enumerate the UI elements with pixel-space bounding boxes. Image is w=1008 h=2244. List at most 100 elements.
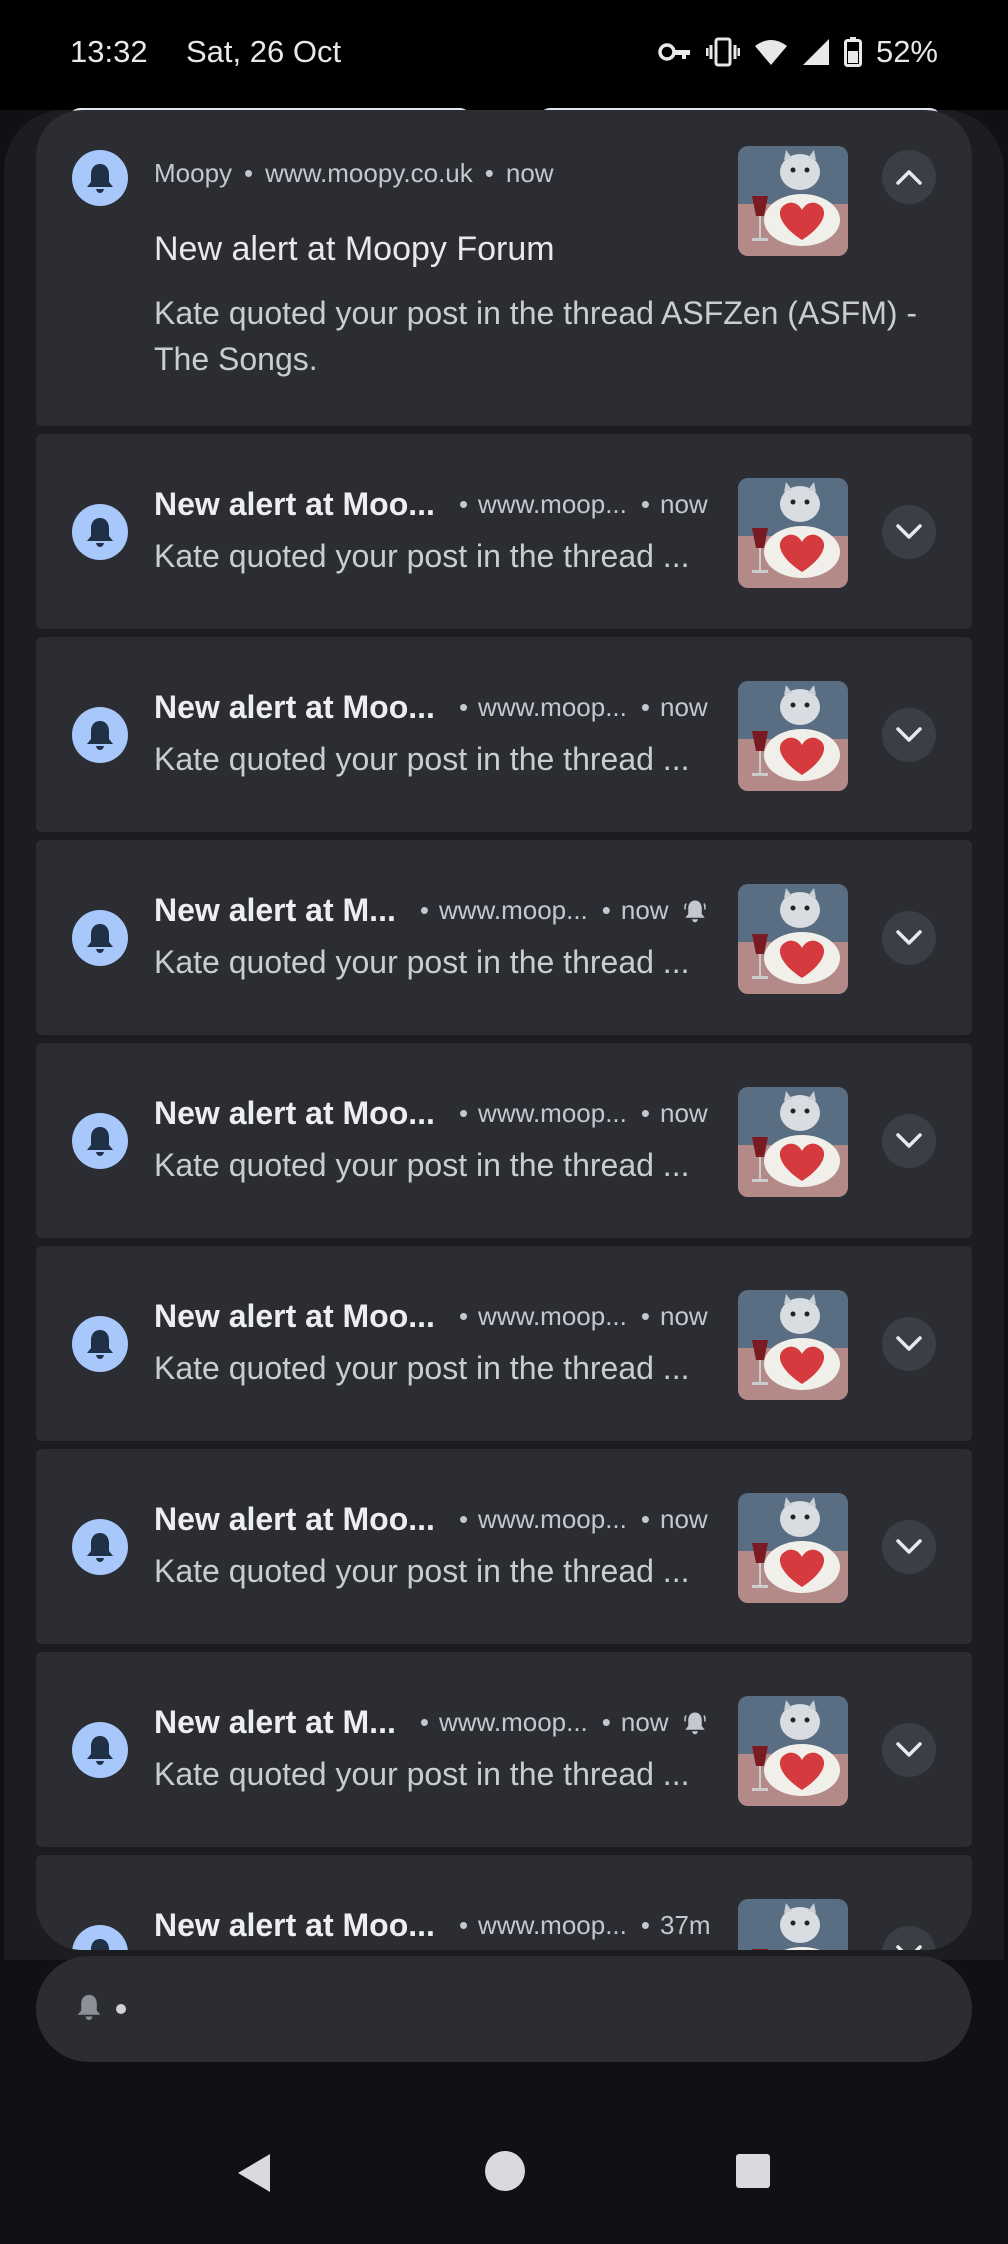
notification-title: New alert at Moo... [154,1501,435,1537]
notification-body: Kate quoted your post in the thread ... [154,1147,690,1183]
time-stamp: now [659,1504,708,1534]
notification-card[interactable]: New alert at Moo...•www.moop...•37mKate … [36,1855,972,1950]
notification-card[interactable]: New alert at M... • www.moop... • now Kate qu… [36,1652,972,1847]
bell-icon [72,1316,128,1372]
cake-thumbnail [738,478,848,588]
notification-body: Kate quoted your post in the thread ASFZ… [154,295,918,377]
separator-dot: • [458,1504,469,1534]
notification-title: New alert at M... [154,1704,396,1740]
notification-shade: Moopy • www.moopy.co.uk • now New alert … [0,108,1008,2244]
silent-notifications-footer[interactable] [36,1956,972,2062]
cellular-signal-icon [802,38,830,66]
separator-dot: • [484,158,494,188]
home-button[interactable] [482,2148,528,2199]
bell-icon [72,707,128,763]
separator-dot: • [640,1910,650,1940]
notification-title: New alert at Moo... [154,1298,435,1334]
notification-meta: • www.moop... • now [449,692,708,723]
expanded-notification[interactable]: Moopy • www.moopy.co.uk • now New alert … [36,110,972,426]
notification-card[interactable]: New alert at Moo... • www.moop... • now Kate … [36,637,972,832]
site-name: www.moop... [478,692,627,722]
bell-icon [72,1925,128,1950]
site-name: www.moop... [438,1707,588,1737]
separator-dot: • [640,1301,650,1331]
site-name: www.moopy.co.uk [265,158,473,188]
separator-dot: • [458,1098,469,1128]
expand-button[interactable] [882,505,936,559]
time-stamp: now [620,895,669,925]
expand-button[interactable] [882,708,936,762]
site-name: www.moop... [478,489,627,519]
time-stamp: now [659,692,708,722]
separator-dot: • [419,895,429,925]
separator-dot: • [458,489,469,519]
separator-dot: • [640,489,650,519]
notification-header: New alert at Moo... • www.moop... • now [154,1298,708,1335]
cake-thumbnail [738,1290,848,1400]
notification-list[interactable]: Moopy • www.moopy.co.uk • now New alert … [36,110,972,1950]
notification-meta: • www.moop... • now [449,489,708,520]
notification-body: Kate quoted your post in the thread ... [154,944,690,980]
bell-icon [76,1993,102,2026]
notification-header: New alert at M... • www.moop... • now [154,892,707,929]
dot-indicator [116,2004,126,2014]
notification-body: Kate quoted your post in the thread ... [154,741,690,777]
bell-icon [72,150,128,206]
notification-card[interactable]: New alert at Moo... • www.moop... • now Kate … [36,1246,972,1441]
cake-thumbnail [738,1087,848,1197]
status-time: 13:32 [70,34,148,69]
separator-dot: • [244,158,254,188]
separator-dot: • [640,1504,650,1534]
notification-card[interactable]: New alert at Moo... • www.moop... • now Kate … [36,434,972,629]
vibrate-icon [705,37,740,67]
app-name: Moopy [154,158,233,188]
status-bar: 13:32 Sat, 26 Oct 52% [0,0,1008,110]
cake-thumbnail [738,681,848,791]
notification-body: Kate quoted your post in the thread ... [154,538,690,574]
separator-dot: • [458,1301,469,1331]
status-date: Sat, 26 Oct [186,34,342,69]
separator-dot: • [458,692,469,722]
site-name: www.moop... [438,895,588,925]
site-name: www.moop... [478,1504,627,1534]
time-stamp: now [659,1098,708,1128]
separator-dot: • [419,1707,429,1737]
back-button[interactable] [232,2150,276,2201]
notification-card[interactable]: New alert at Moo... • www.moop... • now Kate … [36,1043,972,1238]
notification-title: New alert at Moo... [154,689,435,725]
notification-body: Kate quoted your post in the thread ... [154,1553,690,1589]
separator-dot: • [601,895,611,925]
notification-header: New alert at Moo... • www.moop... • now [154,1501,708,1538]
collapse-button[interactable] [882,150,936,204]
time-stamp: now [659,1301,708,1331]
wifi-icon [754,38,788,66]
site-name: www.moop... [478,1910,627,1940]
expand-button[interactable] [882,1114,936,1168]
time-stamp: now [659,489,708,519]
ringing-bell-icon [683,899,707,923]
separator-dot: • [640,692,650,722]
expand-button[interactable] [882,1317,936,1371]
notification-card[interactable]: New alert at M... • www.moop... • now Kate qu… [36,840,972,1035]
expand-button[interactable] [882,1723,936,1777]
notification-header: New alert at Moo... • www.moop... • now [154,689,708,726]
expand-button[interactable] [882,1520,936,1574]
battery-percent: 52% [875,34,938,69]
cake-thumbnail [738,146,848,256]
notification-header: Moopy • www.moopy.co.uk • now [154,158,554,189]
notification-meta: • www.moop... • 37m [449,1910,711,1941]
battery-icon [843,37,862,67]
separator-dot: • [601,1707,611,1737]
cake-thumbnail [738,884,848,994]
recents-button[interactable] [734,2152,772,2195]
notification-title: New alert at Moopy Forum [154,230,555,268]
time-stamp: now [620,1707,669,1737]
notification-title: New alert at Moo... [154,1095,435,1131]
expand-button[interactable] [882,911,936,965]
notification-body: Kate quoted your post in the thread ... [154,1756,690,1792]
expand-button[interactable] [882,1926,936,1950]
time-stamp: now [505,158,554,188]
notification-meta: • www.moop... • now [410,1707,669,1738]
notification-card[interactable]: New alert at Moo... • www.moop... • now Kate … [36,1449,972,1644]
notification-title: New alert at Moo... [154,1907,435,1943]
